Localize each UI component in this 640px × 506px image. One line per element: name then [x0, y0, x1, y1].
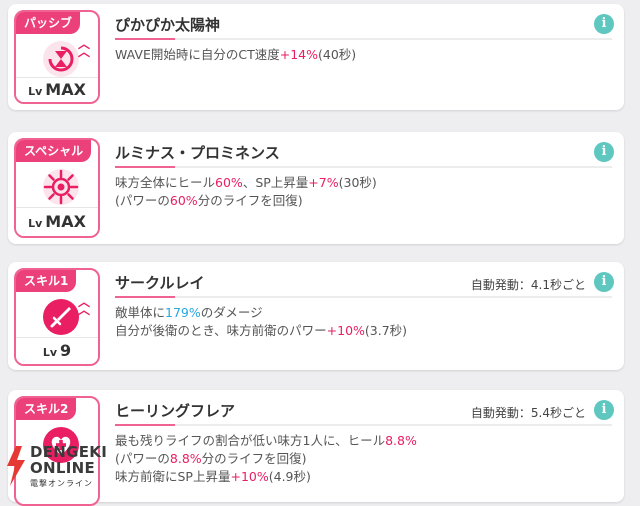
skill-name: ぴかぴか太陽神	[115, 16, 221, 34]
description-line: 味方前衛にSP上昇量+10%(4.9秒)	[115, 469, 311, 484]
skill-card-skill1: スキル1 ︿ ︿ Lv 9 自動発動：4.1秒ごと サークルレイ 敵単体に179%の…	[8, 262, 624, 370]
level-prefix: Lv	[42, 346, 58, 359]
skill-type-tag: スペシャル	[16, 140, 92, 162]
skill-content: ヒーリングフレア 最も残りライフの割合が低い味方1人に、ヒール8.8% (パワーの…	[115, 398, 612, 486]
divider	[115, 424, 612, 426]
skill-name: サークルレイ	[115, 274, 205, 292]
skill-badge: パッシブ ︿ ︿ Lv MAX	[14, 10, 100, 104]
description-line: 最も残りライフの割合が低い味方1人に、ヒール8.8%	[115, 433, 417, 448]
level-indicator: Lv MAX	[16, 77, 98, 102]
skill-description: 敵単体に179%のダメージ自分が後衛のとき、味方前衛のパワー+10%(3.7秒)	[115, 304, 612, 340]
description-line: WAVE開始時に自分のCT速度+14%(40秒)	[115, 47, 357, 62]
skill-content: サークルレイ 敵単体に179%のダメージ自分が後衛のとき、味方前衛のパワー+10…	[115, 270, 612, 340]
skill-type-tag: スキル2	[16, 398, 77, 420]
skill-name: ヒーリングフレア	[115, 402, 236, 420]
info-icon[interactable]: i	[594, 142, 614, 162]
level-value: MAX	[45, 212, 86, 231]
skill-card-passive: パッシブ ︿ ︿ Lv MAX ぴかぴか太陽神 WAVE開始時に自分のCT速度+14…	[8, 4, 624, 110]
chevron-up-icon: ︿ ︿	[77, 37, 90, 59]
dengeki-logo-icon	[7, 446, 25, 486]
watermark-subtext: 電撃オンライン	[30, 479, 93, 488]
skill-description: 味方全体にヒール60%、SP上昇量+7%(30秒) (パワーの60%分のライフを回…	[115, 174, 612, 210]
level-value: MAX	[45, 80, 86, 99]
info-icon[interactable]: i	[594, 400, 614, 420]
skill-badge: スペシャル Lv MAX	[14, 138, 100, 238]
description-line: 敵単体に179%のダメージ	[115, 305, 263, 320]
divider	[115, 296, 612, 298]
divider	[115, 166, 612, 168]
level-prefix: Lv	[28, 85, 43, 98]
chevron-up-icon: ︿ ︿	[77, 295, 90, 317]
level-prefix: Lv	[28, 217, 43, 230]
skill-type-tag: スキル1	[16, 270, 77, 292]
sword-icon	[43, 299, 79, 335]
skill-badge: スキル1 ︿ ︿ Lv 9	[14, 268, 100, 366]
description-line: 自分が後衛のとき、味方前衛のパワー+10%(3.7秒)	[115, 323, 408, 338]
info-icon[interactable]: i	[594, 14, 614, 34]
description-line: (パワーの60%分のライフを回復)	[115, 193, 303, 208]
skill-content: ぴかぴか太陽神 WAVE開始時に自分のCT速度+14%(40秒)	[115, 12, 612, 64]
divider	[115, 38, 612, 40]
skill-description: WAVE開始時に自分のCT速度+14%(40秒)	[115, 46, 612, 64]
skill-name: ルミナス・プロミネンス	[115, 144, 280, 162]
skill-content: ルミナス・プロミネンス 味方全体にヒール60%、SP上昇量+7%(30秒) (パワ…	[115, 140, 612, 210]
info-icon[interactable]: i	[594, 272, 614, 292]
description-line: (パワーの8.8%分のライフを回復)	[115, 451, 307, 466]
skill-type-tag: パッシブ	[16, 12, 81, 34]
hourglass-icon	[43, 41, 79, 77]
description-line: 味方全体にヒール60%、SP上昇量+7%(30秒)	[115, 175, 377, 190]
dengeki-online-watermark: DENGEKI ONLINE 電撃オンライン	[4, 444, 128, 502]
level-value: 9	[60, 341, 72, 360]
skill-card-special: スペシャル Lv MAX ルミナス・プロミネンス 味方全体にヒール60%、SP上昇…	[8, 132, 624, 244]
sun-icon	[43, 169, 79, 205]
skill-description: 最も残りライフの割合が低い味方1人に、ヒール8.8% (パワーの8.8%分のライフ…	[115, 432, 612, 486]
watermark-line-2: ONLINE	[30, 459, 96, 477]
watermark-text: DENGEKI ONLINE	[30, 444, 107, 476]
level-indicator: Lv 9	[16, 337, 98, 364]
level-indicator: Lv MAX	[16, 207, 98, 236]
